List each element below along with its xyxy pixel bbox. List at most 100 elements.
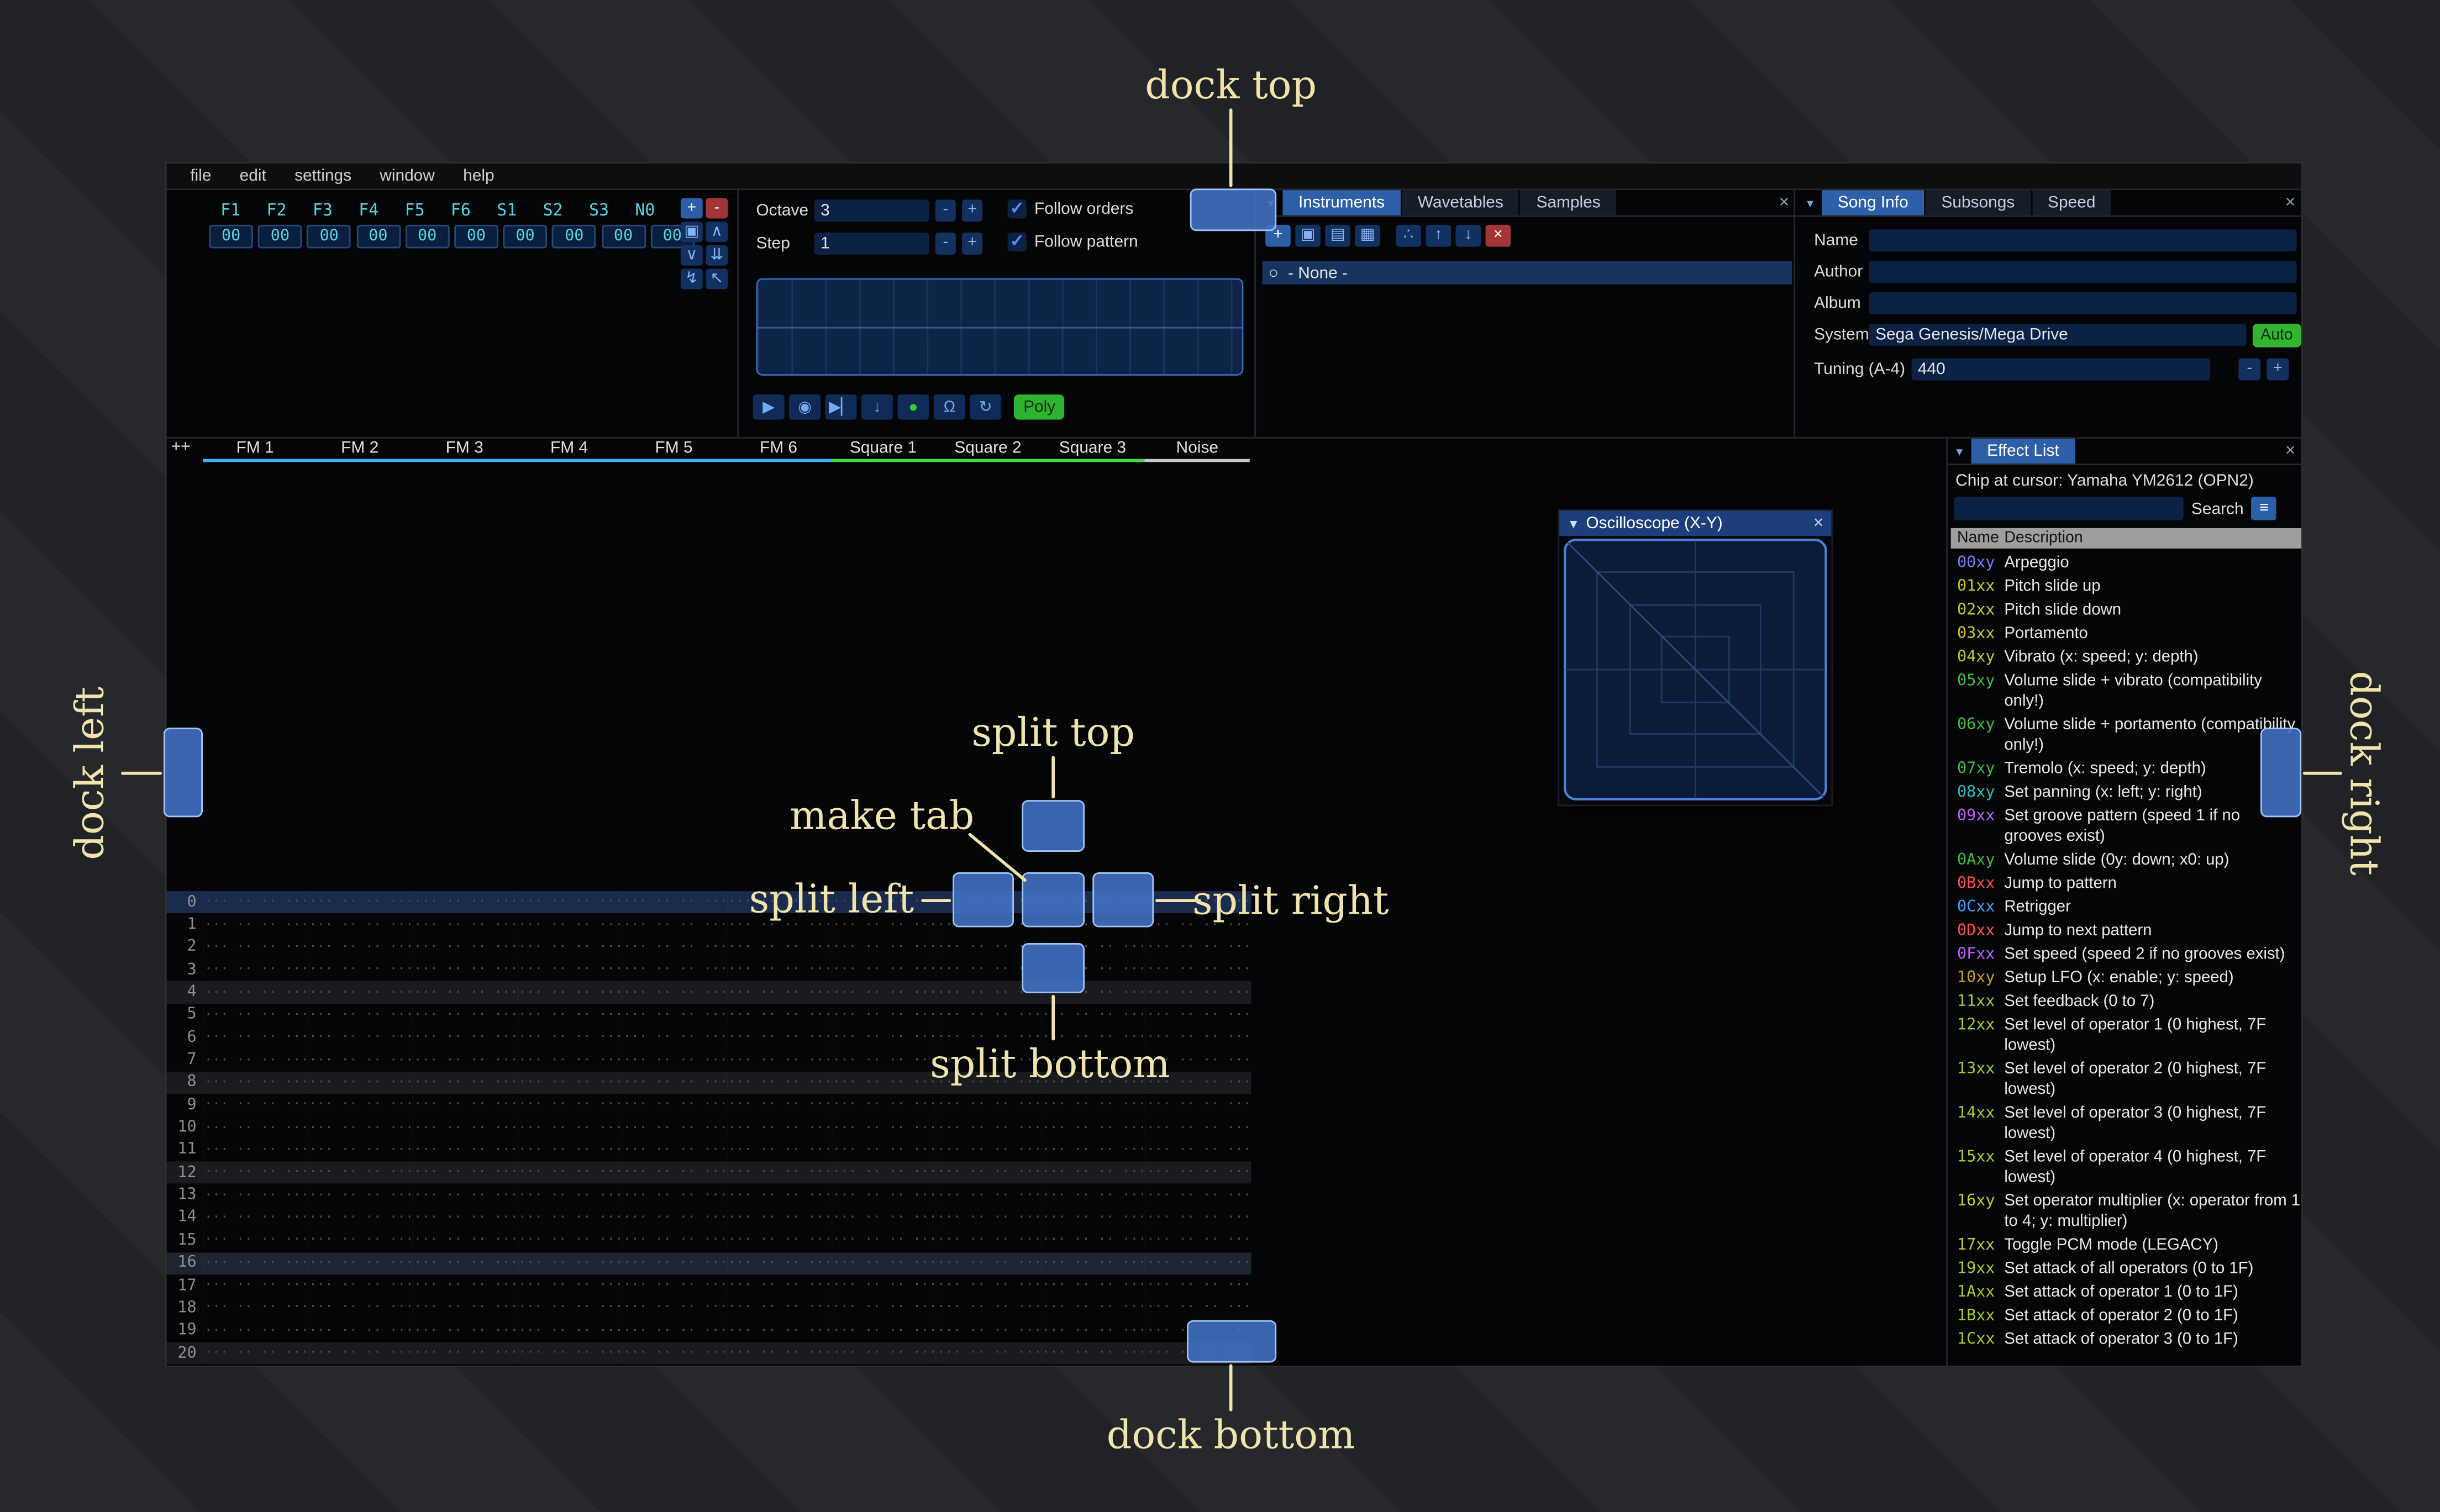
- pattern-cell[interactable]: ··· ·· ·· ···: [726, 1210, 831, 1226]
- song-info-tab[interactable]: Speed: [2032, 190, 2111, 215]
- pattern-row[interactable]: 15 ··· ·· ·· ··· ··· ·· ·· ··· ··· ·· ·· ··…: [167, 1229, 1251, 1252]
- pattern-cell[interactable]: ··· ·· ·· ···: [831, 985, 936, 1000]
- pattern-cell[interactable]: ··· ·· ·· ···: [622, 1120, 727, 1135]
- pattern-cell[interactable]: ··· ·· ·· ···: [935, 1323, 1040, 1339]
- effect-columns-button[interactable]: ∨: [680, 245, 703, 266]
- pattern-cell[interactable]: ··· ·· ·· ···: [622, 1278, 727, 1293]
- pattern-cell[interactable]: ··· ·· ·· ···: [307, 1232, 412, 1248]
- pattern-cell[interactable]: ··· ·· ·· ···: [517, 917, 622, 933]
- pattern-cell[interactable]: ··· ·· ·· ···: [935, 1188, 1040, 1203]
- step-plus-button[interactable]: +: [962, 233, 983, 255]
- pattern-cell[interactable]: ··· ·· ·· ···: [203, 1278, 308, 1293]
- pattern-cell[interactable]: ··· ·· ·· ···: [517, 1007, 622, 1023]
- pattern-cell[interactable]: ··· ·· ·· ···: [1040, 1120, 1145, 1135]
- pattern-cell[interactable]: ··· ·· ·· ···: [307, 962, 412, 978]
- split-left-indicator[interactable]: [953, 872, 1014, 928]
- pattern-row[interactable]: 1 ··· ·· ·· ··· ··· ·· ·· ··· ··· ·· ·· ···…: [167, 914, 1251, 936]
- menu-item[interactable]: settings: [280, 164, 365, 189]
- pattern-cell[interactable]: ··· ·· ·· ···: [726, 962, 831, 978]
- pattern-row[interactable]: 5 ··· ·· ·· ··· ··· ·· ·· ··· ··· ·· ·· ···…: [167, 1004, 1251, 1026]
- effect-row[interactable]: 07xy Tremolo (x: speed; y: depth): [1951, 757, 2305, 781]
- pattern-cell[interactable]: ··· ·· ·· ···: [203, 1075, 308, 1090]
- instrument-list-item[interactable]: ○ - None -: [1262, 261, 1792, 285]
- pattern-cell[interactable]: ··· ·· ·· ···: [203, 917, 308, 933]
- effect-list-tab[interactable]: Effect List: [1971, 438, 2075, 464]
- pattern-row[interactable]: 21··· ·· ·· ······ ·· ·· ······ ·· ·· ··…: [167, 1365, 1251, 1366]
- pattern-cell[interactable]: ··· ·· ·· ···: [412, 1120, 517, 1135]
- pattern-cell[interactable]: ··· ·· ·· ···: [622, 894, 727, 910]
- channel-header[interactable]: Noise: [1145, 439, 1250, 462]
- pattern-cell[interactable]: ··· ·· ·· ···: [1145, 1255, 1250, 1271]
- pattern-cell[interactable]: ··· ·· ·· ···: [726, 1007, 831, 1023]
- pattern-cell[interactable]: ··· ·· ·· ···: [831, 940, 936, 955]
- pattern-cell[interactable]: ··· ·· ·· ···: [935, 1098, 1040, 1113]
- pattern-cell[interactable]: ··· ·· ·· ···: [1145, 985, 1250, 1000]
- pattern-cell[interactable]: ··· ·· ·· ···: [412, 1323, 517, 1339]
- asset-toolbar-button[interactable]: ↓: [1455, 224, 1481, 247]
- pattern-cell[interactable]: ··· ·· ·· ···: [726, 1120, 831, 1135]
- effect-row[interactable]: 0Fxx Set speed (speed 2 if no grooves ex…: [1951, 943, 2305, 967]
- pattern-cell[interactable]: ··· ·· ·· ···: [203, 1255, 308, 1271]
- dock-right-indicator[interactable]: [2260, 728, 2302, 818]
- pattern-cell[interactable]: ··· ·· ·· ···: [307, 1300, 412, 1316]
- pattern-cell[interactable]: ··· ·· ·· ···: [831, 1278, 936, 1293]
- effect-row[interactable]: 13xx Set level of operator 2 (0 highest,…: [1951, 1058, 2305, 1102]
- pattern-cell[interactable]: ··· ·· ·· ···: [622, 1030, 727, 1045]
- pattern-row[interactable]: 9 ··· ·· ·· ··· ··· ·· ·· ··· ··· ·· ·· ···…: [167, 1094, 1251, 1116]
- pattern-cell[interactable]: ··· ·· ·· ···: [935, 1255, 1040, 1271]
- pattern-row[interactable]: 17 ··· ·· ·· ··· ··· ·· ·· ··· ··· ·· ·· ··…: [167, 1274, 1251, 1297]
- pattern-cell[interactable]: ··· ·· ·· ···: [203, 1300, 308, 1316]
- effect-row[interactable]: 00xy Arpeggio: [1951, 552, 2305, 576]
- pattern-cell[interactable]: ··· ·· ·· ···: [412, 985, 517, 1000]
- pattern-cell[interactable]: ··· ·· ·· ···: [203, 1120, 308, 1135]
- effect-row[interactable]: 1Bxx Set attack of operator 2 (0 to 1F): [1951, 1304, 2305, 1328]
- effect-row[interactable]: 14xx Set level of operator 3 (0 highest,…: [1951, 1102, 2305, 1146]
- effect-row[interactable]: 10xy Setup LFO (x: enable; y: speed): [1951, 967, 2305, 991]
- octave-minus-button[interactable]: -: [935, 199, 956, 222]
- pattern-cell[interactable]: ··· ·· ·· ···: [307, 1255, 412, 1271]
- channel-header[interactable]: Square 2: [935, 439, 1040, 462]
- pattern-cell[interactable]: ··· ·· ·· ···: [935, 1165, 1040, 1181]
- pattern-row[interactable]: 3 ··· ·· ·· ··· ··· ·· ·· ··· ··· ·· ·· ···…: [167, 959, 1251, 982]
- follow-pattern-checkbox[interactable]: ✓: [1007, 233, 1027, 252]
- pattern-cell[interactable]: ··· ·· ·· ···: [1145, 962, 1250, 978]
- pattern-cell[interactable]: ··· ·· ·· ···: [622, 962, 727, 978]
- pattern-cell[interactable]: ··· ·· ·· ···: [517, 1120, 622, 1135]
- pattern-cell[interactable]: ··· ·· ·· ···: [203, 894, 308, 910]
- pattern-cell[interactable]: ··· ·· ·· ···: [1040, 1323, 1145, 1339]
- pattern-cell[interactable]: ··· ·· ·· ···: [622, 985, 727, 1000]
- pattern-cell[interactable]: ··· ·· ·· ···: [935, 1120, 1040, 1135]
- pattern-row[interactable]: 19 ··· ·· ·· ··· ··· ·· ·· ··· ··· ·· ·· ··…: [167, 1319, 1251, 1342]
- pattern-cell[interactable]: ··· ·· ·· ···: [1145, 1232, 1250, 1248]
- menu-item[interactable]: edit: [225, 164, 280, 189]
- pattern-cell[interactable]: ··· ·· ·· ···: [622, 917, 727, 933]
- pattern-cell[interactable]: ··· ·· ·· ···: [726, 1255, 831, 1271]
- pattern-cell[interactable]: ··· ·· ·· ···: [307, 1007, 412, 1023]
- pattern-cell[interactable]: ··· ·· ·· ···: [203, 1098, 308, 1113]
- effect-row[interactable]: 01xx Pitch slide up: [1951, 575, 2305, 599]
- pattern-cell[interactable]: ··· ·· ·· ···: [307, 1098, 412, 1113]
- effect-row[interactable]: 09xx Set groove pattern (speed 1 if no g…: [1951, 805, 2305, 849]
- pattern-cell[interactable]: ··· ·· ·· ···: [831, 1323, 936, 1339]
- pattern-cell[interactable]: ··· ·· ·· ···: [203, 1052, 308, 1068]
- pattern-cell[interactable]: ··· ·· ·· ···: [726, 1098, 831, 1113]
- make-tab-indicator[interactable]: [1022, 872, 1085, 928]
- pattern-cell[interactable]: ··· ·· ·· ···: [307, 985, 412, 1000]
- tuning-minus-button[interactable]: -: [2238, 358, 2261, 381]
- song-name-input[interactable]: [1869, 229, 2297, 252]
- pattern-cell[interactable]: ··· ·· ·· ···: [622, 1075, 727, 1090]
- channel-header[interactable]: FM 4: [517, 439, 622, 462]
- pattern-cell[interactable]: ··· ·· ·· ···: [203, 962, 308, 978]
- pattern-cell[interactable]: ··· ·· ·· ···: [412, 1278, 517, 1293]
- pattern-cell[interactable]: ··· ·· ·· ···: [1145, 1142, 1250, 1158]
- split-right-indicator[interactable]: [1092, 872, 1154, 928]
- song-author-input[interactable]: [1869, 261, 2297, 283]
- menu-item[interactable]: help: [449, 164, 509, 189]
- pattern-cell[interactable]: ··· ·· ·· ···: [517, 1188, 622, 1203]
- pattern-cell[interactable]: ··· ·· ·· ···: [622, 1300, 727, 1316]
- effect-columns-button[interactable]: ∧: [706, 222, 728, 243]
- close-icon[interactable]: ×: [2276, 439, 2305, 464]
- effect-columns-button[interactable]: ↖: [706, 268, 728, 289]
- pattern-cell[interactable]: ··· ·· ·· ···: [726, 985, 831, 1000]
- effect-row[interactable]: 02xx Pitch slide down: [1951, 599, 2305, 623]
